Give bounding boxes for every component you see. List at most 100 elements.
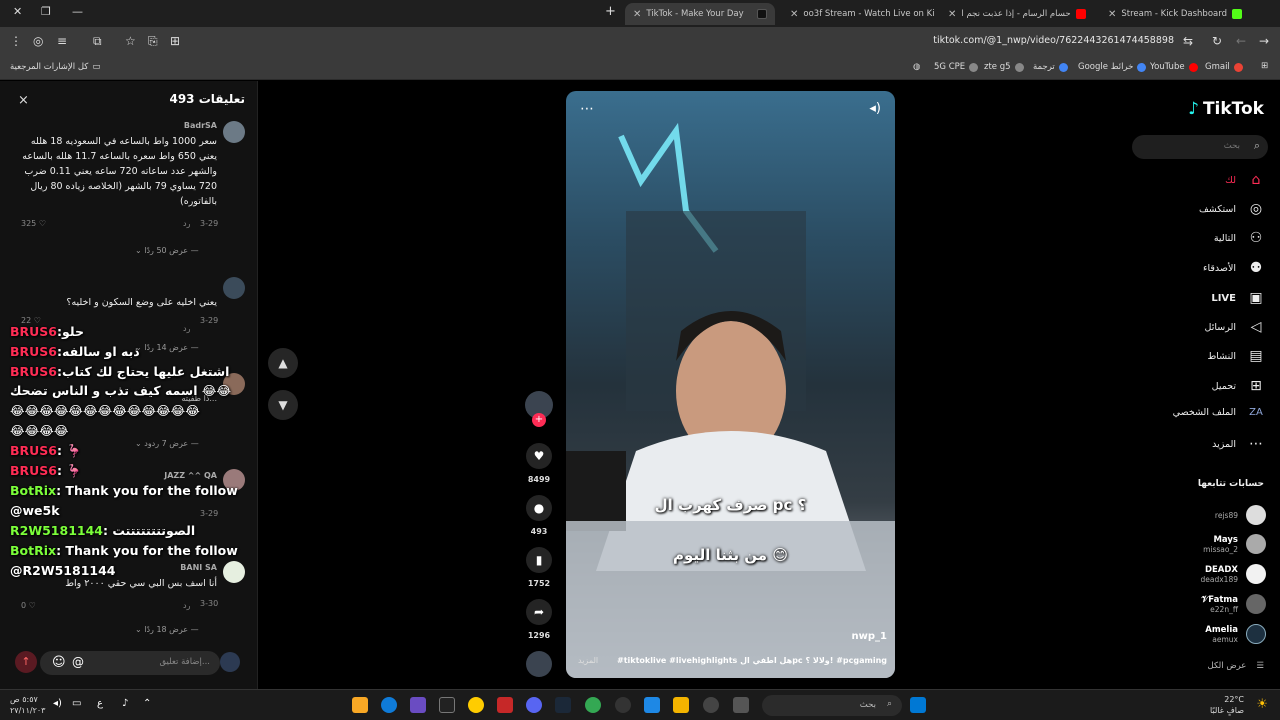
menu-dots-icon[interactable]: ⋮ [10,34,22,48]
extensions-icon[interactable]: ⧉ [93,34,102,49]
search-input[interactable]: ⌕ بحث [1132,135,1268,159]
install-icon[interactable]: ⊞ [170,34,180,48]
nav-for-you[interactable]: ⌂ لك [1225,172,1264,188]
music-disc[interactable] [524,651,554,677]
avatar[interactable] [223,277,245,299]
search-icon[interactable]: ⌕ [1254,139,1260,153]
reload-icon[interactable]: ↻ [1212,34,1222,48]
comment-likes[interactable]: 325 ♡ [21,219,46,228]
chrome-icon[interactable] [585,697,601,713]
reply-button[interactable]: رد [183,601,190,610]
tab-tiktok[interactable]: ✕ TikTok - Make Your Day [625,3,775,25]
close-window-icon[interactable]: ✕ [13,5,22,18]
new-tab-icon[interactable]: + [605,4,616,19]
see-all-button[interactable]: عرض الكل ☰ [1208,661,1264,671]
comment-input[interactable]: إضافة تعليق... ☺ @ [40,651,220,675]
forward-icon[interactable]: ← [1236,34,1246,48]
reply-button[interactable]: رد [183,219,190,228]
bookmark-gmail[interactable]: Gmail [1205,62,1243,72]
following-account[interactable]: DEADX deadx189 [1201,564,1266,584]
nav-explore[interactable]: ◎ استكشف [1199,201,1264,217]
steam-icon[interactable] [555,697,571,713]
task-view-icon[interactable] [733,697,749,713]
network-icon[interactable]: ▭ [72,698,81,709]
back-icon[interactable]: → [1259,34,1269,48]
follow-plus-icon[interactable]: + [532,413,546,427]
start-icon[interactable] [910,697,926,713]
share-arrow-icon[interactable]: ➦ [526,599,552,625]
view-replies-button[interactable]: ⌄ عرض 14 ردًا — [135,343,199,352]
url-field[interactable]: tiktok.com/@1_nwp/video/7622443261474458… [933,35,1174,46]
taskbar-search[interactable]: ⌕ بحث [762,695,902,716]
following-account[interactable]: rejs89 [1215,505,1266,525]
following-account[interactable]: Amelia aemux [1205,624,1266,644]
avatar[interactable] [223,561,245,583]
video-author[interactable]: nwp_1 [852,631,887,642]
like-action[interactable]: ♥ 8499 [524,443,554,484]
edge-icon[interactable] [381,697,397,713]
discord-icon[interactable] [526,697,542,713]
see-more-link[interactable]: المزيد [578,656,598,665]
close-tab-icon[interactable]: ✕ [633,9,641,20]
avatar[interactable] [220,652,240,672]
music-disc-icon[interactable] [526,651,552,677]
volume-icon[interactable]: ◂) [53,698,62,709]
tiktok-logo[interactable]: ♪ TikTok [1188,99,1264,119]
comment-action[interactable]: ● 493 [524,495,554,536]
nav-profile[interactable]: ZA الملف الشخصي [1173,407,1264,418]
save-action[interactable]: ▮ 1752 [524,547,554,588]
bookmark-translate[interactable]: ترجمة [1033,62,1068,72]
language-icon[interactable]: ع [97,698,103,709]
view-replies-button[interactable]: ⌄ عرض 7 ردود — [135,439,199,448]
heart-icon[interactable]: ♥ [526,443,552,469]
file-explorer-icon[interactable] [673,697,689,713]
close-tab-icon[interactable]: ✕ [1108,9,1116,20]
close-comments-icon[interactable]: × [18,93,29,108]
app-icon[interactable] [497,697,513,713]
tab-kick-stream[interactable]: ✕ oo3f Stream - Watch Live on Ki [782,3,935,25]
comment-username[interactable]: BadrSA [17,121,217,130]
view-replies-button[interactable]: ⌄ عرض 50 ردًا — [135,246,199,255]
weather[interactable]: 22°C صافٍ غالبًا [1210,694,1244,716]
microphone-icon[interactable]: ♪ [122,698,128,709]
volume-icon[interactable]: ◂) [869,101,881,116]
reply-button[interactable]: رد [183,324,190,333]
photos-icon[interactable] [644,697,660,713]
media-player-icon[interactable] [703,697,719,713]
restore-window-icon[interactable]: ❐ [41,5,51,18]
close-tab-icon[interactable]: ✕ [948,9,956,20]
send-comment-button[interactable]: ↑ [15,651,37,673]
nav-friends[interactable]: ⚉ الأصدقاء [1203,260,1264,276]
site-settings-icon[interactable]: ⇆ [1183,34,1193,48]
previous-video-button[interactable]: ▲ [268,348,298,378]
following-account[interactable]: 𝒱Fatma e22n_ff [1201,594,1266,614]
close-tab-icon[interactable]: ✕ [790,9,798,20]
globe-icon[interactable]: ◍ [913,62,920,72]
tab-kick-dashboard[interactable]: ✕ Stream - Kick Dashboard [1100,3,1250,25]
nav-more[interactable]: ⋯ المزيد [1212,436,1264,452]
bookmark-maps[interactable]: Google خرائط [1078,62,1147,72]
nav-live[interactable]: ▣ LIVE [1211,290,1264,306]
next-video-button[interactable]: ▼ [268,390,298,420]
app-icon[interactable] [410,697,426,713]
bookmark-icon[interactable]: ▮ [526,547,552,573]
bookmark-youtube[interactable]: YouTube [1150,62,1198,72]
comment-likes[interactable]: 0 ♡ [21,601,36,610]
profile-icon[interactable]: ◎ [33,34,43,48]
creator-avatar[interactable]: + [524,391,554,427]
avatar[interactable] [223,121,245,143]
comment-icon[interactable]: ● [526,495,552,521]
tray-chevron-icon[interactable]: ⌃ [143,698,151,709]
files-icon[interactable] [468,697,484,713]
nav-activity[interactable]: ▤ النشاط [1207,348,1264,364]
share-action[interactable]: ➦ 1296 [524,599,554,640]
winrar-icon[interactable] [352,697,368,713]
tab-youtube[interactable]: ✕ حسام الرسام - إذا عذبت نجم ا [940,3,1094,25]
obs-icon[interactable] [615,697,631,713]
minimize-window-icon[interactable]: — [72,5,83,18]
share-icon[interactable]: ⎘ [148,34,158,49]
apps-grid-icon[interactable]: ⊞ [1261,61,1268,71]
more-options-icon[interactable]: ⋯ [580,101,594,117]
mention-icon[interactable]: @ [72,655,84,669]
nav-messages[interactable]: ◁ الرسائل [1205,319,1264,335]
